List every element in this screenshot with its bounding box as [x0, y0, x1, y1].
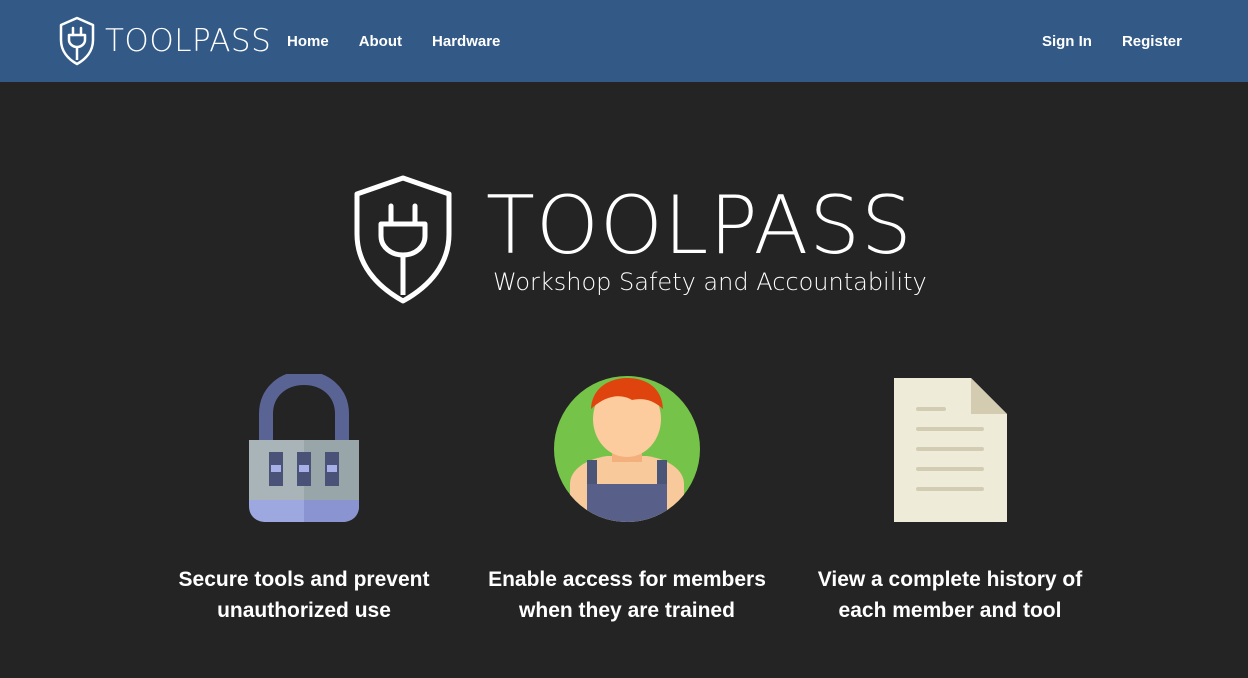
feature-history-text: View a complete history of each member a…: [800, 564, 1100, 626]
feature-access-line1: Enable access for members: [488, 568, 766, 591]
document-icon: [800, 374, 1100, 534]
hero-subtitle: Workshop Safety and Accountability: [493, 268, 927, 296]
feature-secure: Secure tools and prevent unauthorized us…: [154, 374, 454, 626]
nav-about[interactable]: About: [359, 33, 402, 50]
main-nav: Home About Hardware: [287, 0, 530, 82]
nav-home[interactable]: Home: [287, 33, 329, 50]
feature-access-text: Enable access for members when they are …: [477, 564, 777, 626]
register-link[interactable]: Register: [1122, 33, 1182, 50]
auth-nav: Sign In Register: [1012, 0, 1182, 82]
sign-in-link[interactable]: Sign In: [1042, 33, 1092, 50]
brand-name: TOOLPASS: [105, 22, 272, 59]
padlock-icon: [154, 374, 454, 534]
hero-section: TOOLPASS Workshop Safety and Accountabil…: [0, 82, 1248, 678]
navbar: TOOLPASS Home About Hardware Sign In Reg…: [0, 0, 1248, 82]
member-icon: [477, 374, 777, 534]
brand-link[interactable]: TOOLPASS: [58, 16, 271, 66]
feature-history: View a complete history of each member a…: [800, 374, 1100, 626]
feature-secure-text: Secure tools and prevent unauthorized us…: [154, 564, 454, 626]
feature-secure-line1: Secure tools and prevent: [178, 568, 430, 591]
feature-history-line2: each member and tool: [838, 599, 1062, 622]
feature-access: Enable access for members when they are …: [477, 374, 777, 626]
hero-title: TOOLPASS: [486, 179, 913, 272]
feature-secure-line2: unauthorized use: [217, 599, 391, 622]
shield-plug-icon: [353, 174, 453, 311]
nav-hardware[interactable]: Hardware: [432, 33, 500, 50]
shield-plug-icon: [58, 16, 96, 66]
feature-access-line2: when they are trained: [519, 599, 735, 622]
feature-history-line1: View a complete history of: [817, 568, 1083, 591]
